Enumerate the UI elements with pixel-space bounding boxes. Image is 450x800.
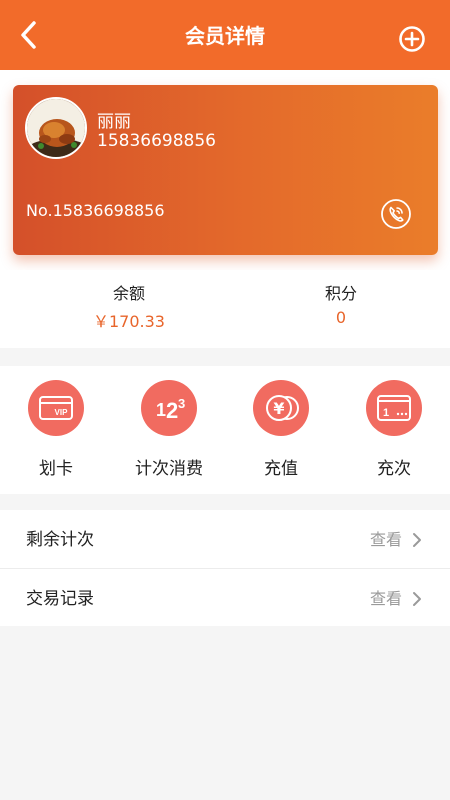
member-card-number: No.15836698856 xyxy=(26,201,165,220)
list-item-label: 剩余计次 xyxy=(26,530,94,550)
recharge-button[interactable]: ¥ 充值 xyxy=(231,380,331,479)
recharge-count-button[interactable]: 1 充次 xyxy=(344,380,444,479)
balance-label: 余额 xyxy=(112,284,145,303)
svg-text:3: 3 xyxy=(178,396,185,411)
recharge-count-label: 充次 xyxy=(377,459,411,479)
plus-circle-icon[interactable] xyxy=(398,25,426,53)
count-card-icon: 1 xyxy=(366,380,422,436)
count-consume-label: 计次消费 xyxy=(135,459,203,479)
detail-list: 剩余计次 查看 交易记录 查看 xyxy=(0,510,450,626)
svg-text:2: 2 xyxy=(166,398,178,423)
avatar-image xyxy=(27,99,85,157)
svg-text:1: 1 xyxy=(383,407,389,419)
action-grid: VIP 划卡 1 2 3 计次消费 ¥ 充值 1 充次 xyxy=(0,366,450,494)
avatar xyxy=(25,97,87,159)
vip-card-icon: VIP xyxy=(28,380,84,436)
member-name: 丽丽 xyxy=(97,112,131,132)
page-title: 会员详情 xyxy=(185,24,265,48)
chevron-right-icon xyxy=(413,592,421,606)
member-card-area: 丽丽 15836698856 No.15836698856 xyxy=(0,70,450,270)
swipe-card-label: 划卡 xyxy=(39,459,73,479)
yen-coin-icon: ¥ xyxy=(253,380,309,436)
stats-panel: 余额 ￥170.33 积分 0 xyxy=(0,270,450,348)
member-phone: 15836698856 xyxy=(97,131,216,151)
list-item-transaction-records[interactable]: 交易记录 查看 xyxy=(0,568,450,626)
recharge-label: 充值 xyxy=(264,459,298,479)
svg-text:¥: ¥ xyxy=(273,399,284,418)
chevron-right-icon xyxy=(413,533,421,547)
points-value: 0 xyxy=(335,308,347,327)
view-link[interactable]: 查看 xyxy=(370,510,402,570)
svg-text:1: 1 xyxy=(156,400,166,420)
phone-icon[interactable] xyxy=(380,198,412,230)
balance-stat: 余额 ￥170.33 xyxy=(29,280,229,332)
member-card: 丽丽 15836698856 No.15836698856 xyxy=(13,85,438,255)
points-stat: 积分 0 xyxy=(241,280,441,327)
list-item-remaining-counts[interactable]: 剩余计次 查看 xyxy=(0,510,450,568)
swipe-card-button[interactable]: VIP 划卡 xyxy=(6,380,106,479)
view-link[interactable]: 查看 xyxy=(370,569,402,629)
count-123-icon: 1 2 3 xyxy=(141,380,197,436)
top-bar: 会员详情 xyxy=(0,0,450,70)
balance-value: ￥170.33 xyxy=(93,312,165,331)
list-item-label: 交易记录 xyxy=(26,589,94,609)
svg-text:VIP: VIP xyxy=(55,408,69,417)
count-consume-button[interactable]: 1 2 3 计次消费 xyxy=(119,380,219,479)
points-label: 积分 xyxy=(324,284,357,303)
